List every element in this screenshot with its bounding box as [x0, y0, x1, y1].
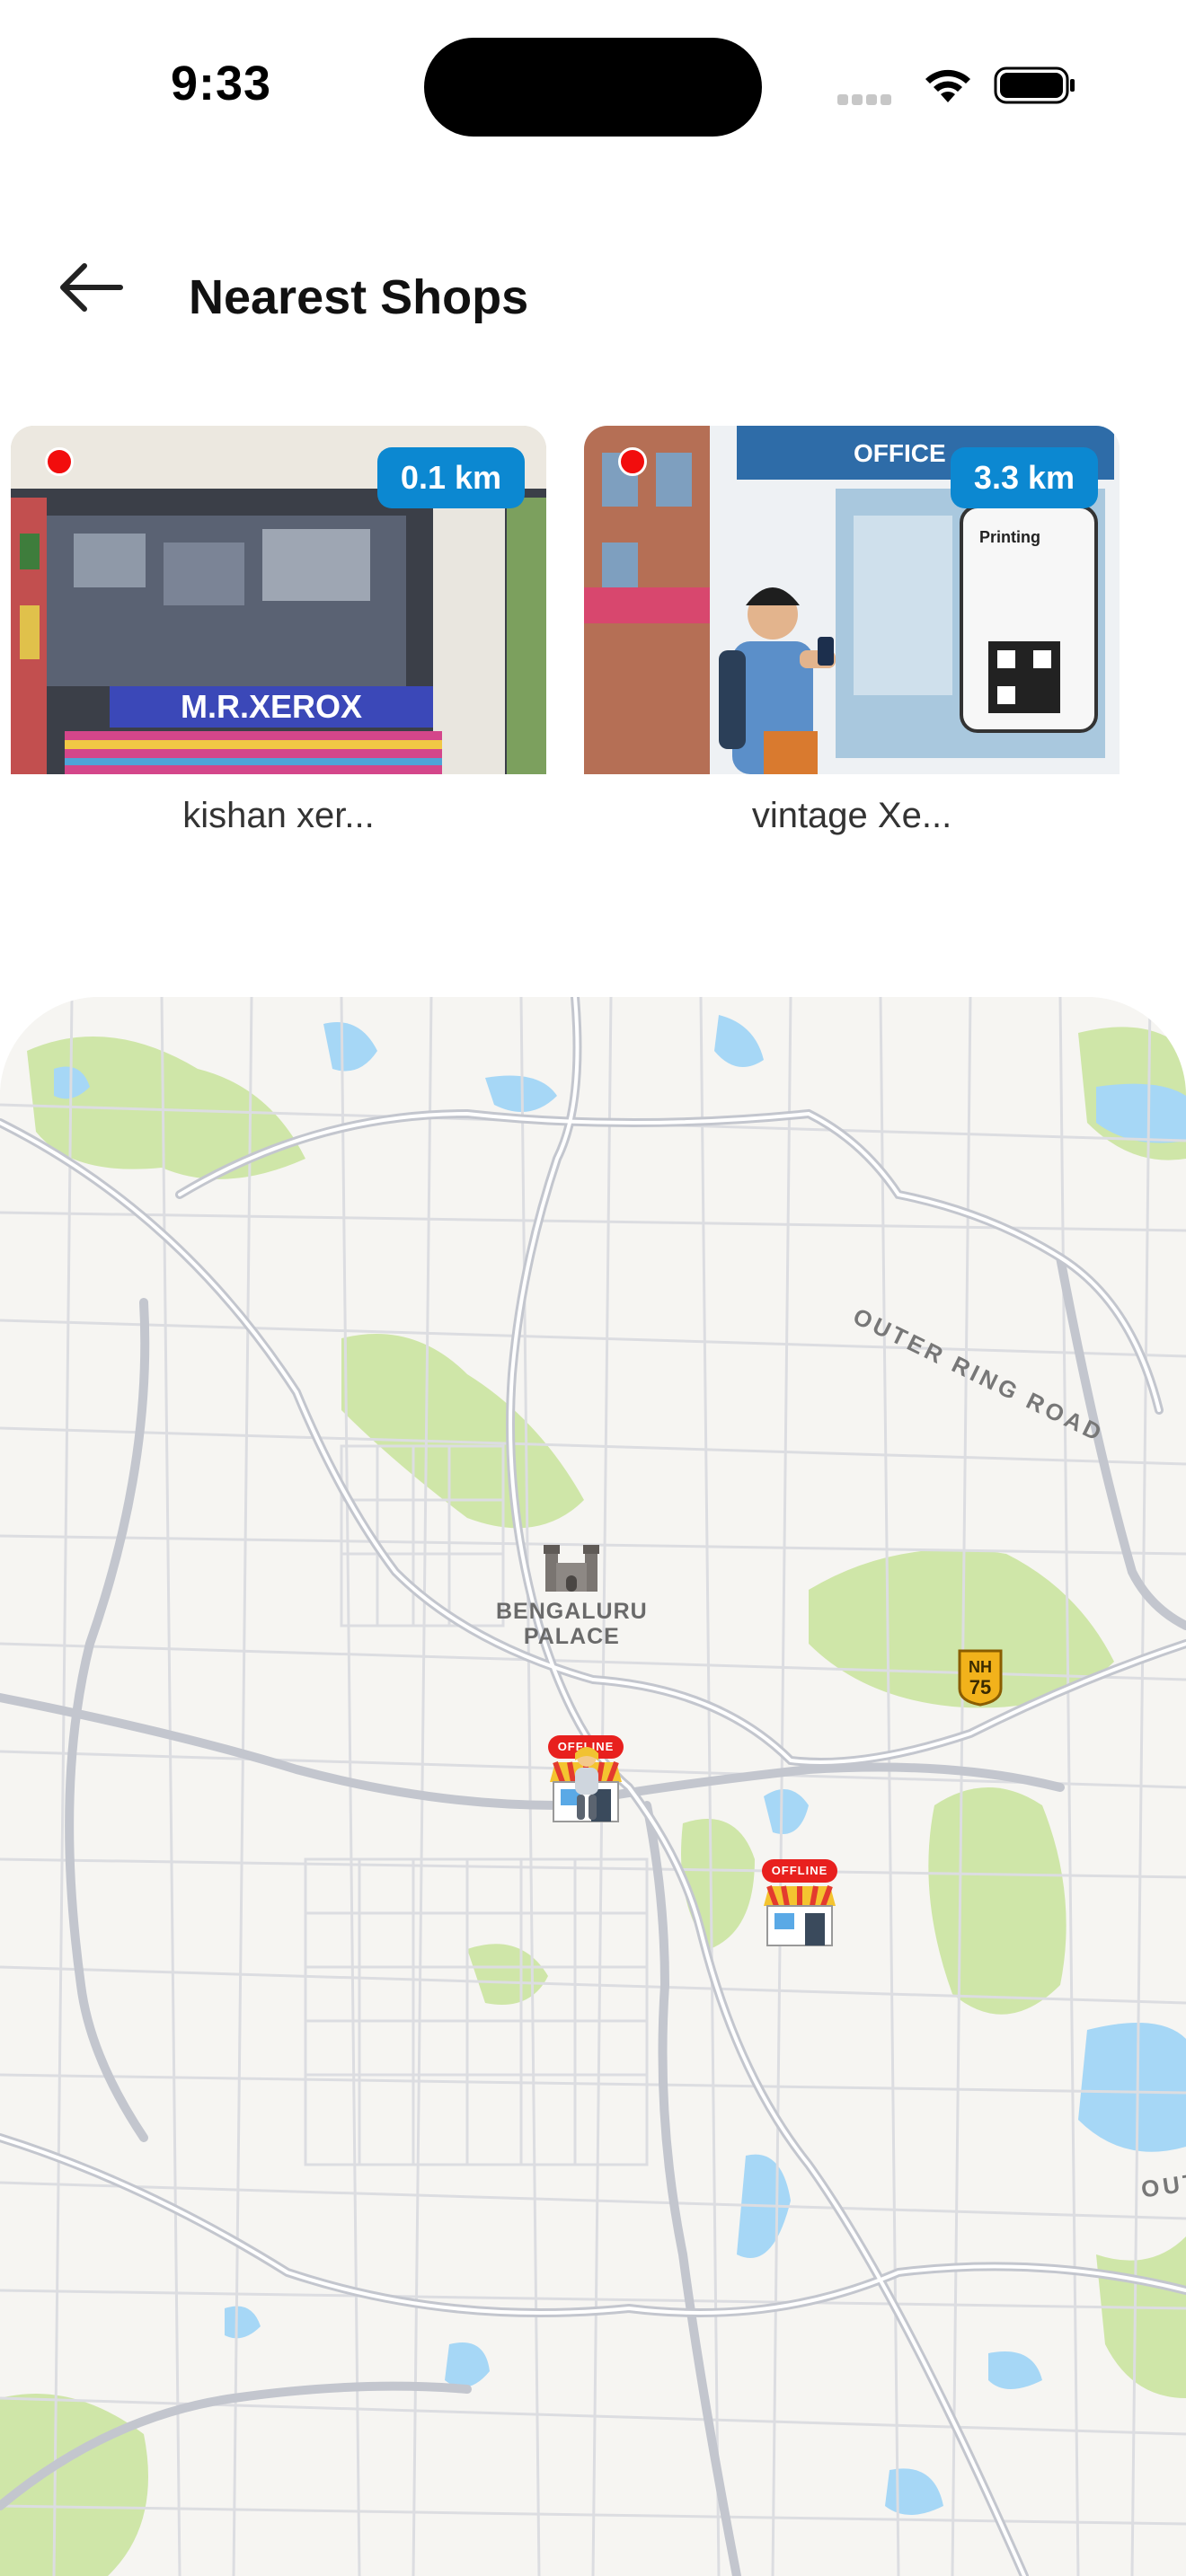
shop-image: M.R.XEROX 0.1 km [11, 426, 546, 774]
phone-screen-text: Printing [979, 528, 1040, 546]
shop-name: kishan xer... [182, 796, 375, 835]
page-title: Nearest Shops [189, 270, 529, 324]
distance-badge: 0.1 km [376, 447, 525, 508]
shop-map-marker[interactable]: OFFLINE [758, 1859, 841, 1956]
arrow-left-icon [60, 263, 123, 312]
shop-name: vintage Xe... [751, 796, 952, 835]
shop-card[interactable]: OFFICE Printing 3.3 km vintage Xe... [584, 426, 1120, 857]
nearest-shops-list: M.R.XEROX 0.1 km kishan xer... OFFICE Pr… [0, 426, 1186, 857]
shop-image: OFFICE Printing 3.3 km [584, 426, 1120, 774]
person-icon [575, 1747, 598, 1820]
highway-shield-icon: NH 75 [958, 1649, 1003, 1707]
wifi-icon [925, 69, 970, 102]
offline-status-dot [618, 447, 647, 476]
status-bar: 9:33 [0, 0, 1186, 171]
app-header: Nearest Shops [0, 225, 1186, 368]
status-time: 9:33 [171, 57, 272, 110]
landmark-label: BENGALURU PALACE [496, 1599, 648, 1649]
shop-sign-text: M.R.XEROX [181, 688, 362, 725]
cellular-signal-icon [837, 93, 902, 106]
svg-text:75: 75 [969, 1676, 991, 1698]
battery-icon [994, 66, 1075, 104]
offline-status-dot [45, 447, 74, 476]
back-button[interactable] [45, 243, 135, 332]
dynamic-island [424, 38, 762, 137]
shop-card[interactable]: M.R.XEROX 0.1 km kishan xer... [11, 426, 546, 857]
palace-icon [544, 1545, 599, 1592]
shop-sign-text: OFFICE [854, 439, 946, 467]
distance-badge: 3.3 km [950, 447, 1098, 508]
shops-map[interactable]: BENGALURU PALACE OUTER RING ROAD OUT NH … [0, 997, 1186, 2576]
svg-text:NH: NH [969, 1658, 992, 1676]
shop-icon [764, 1884, 836, 1946]
